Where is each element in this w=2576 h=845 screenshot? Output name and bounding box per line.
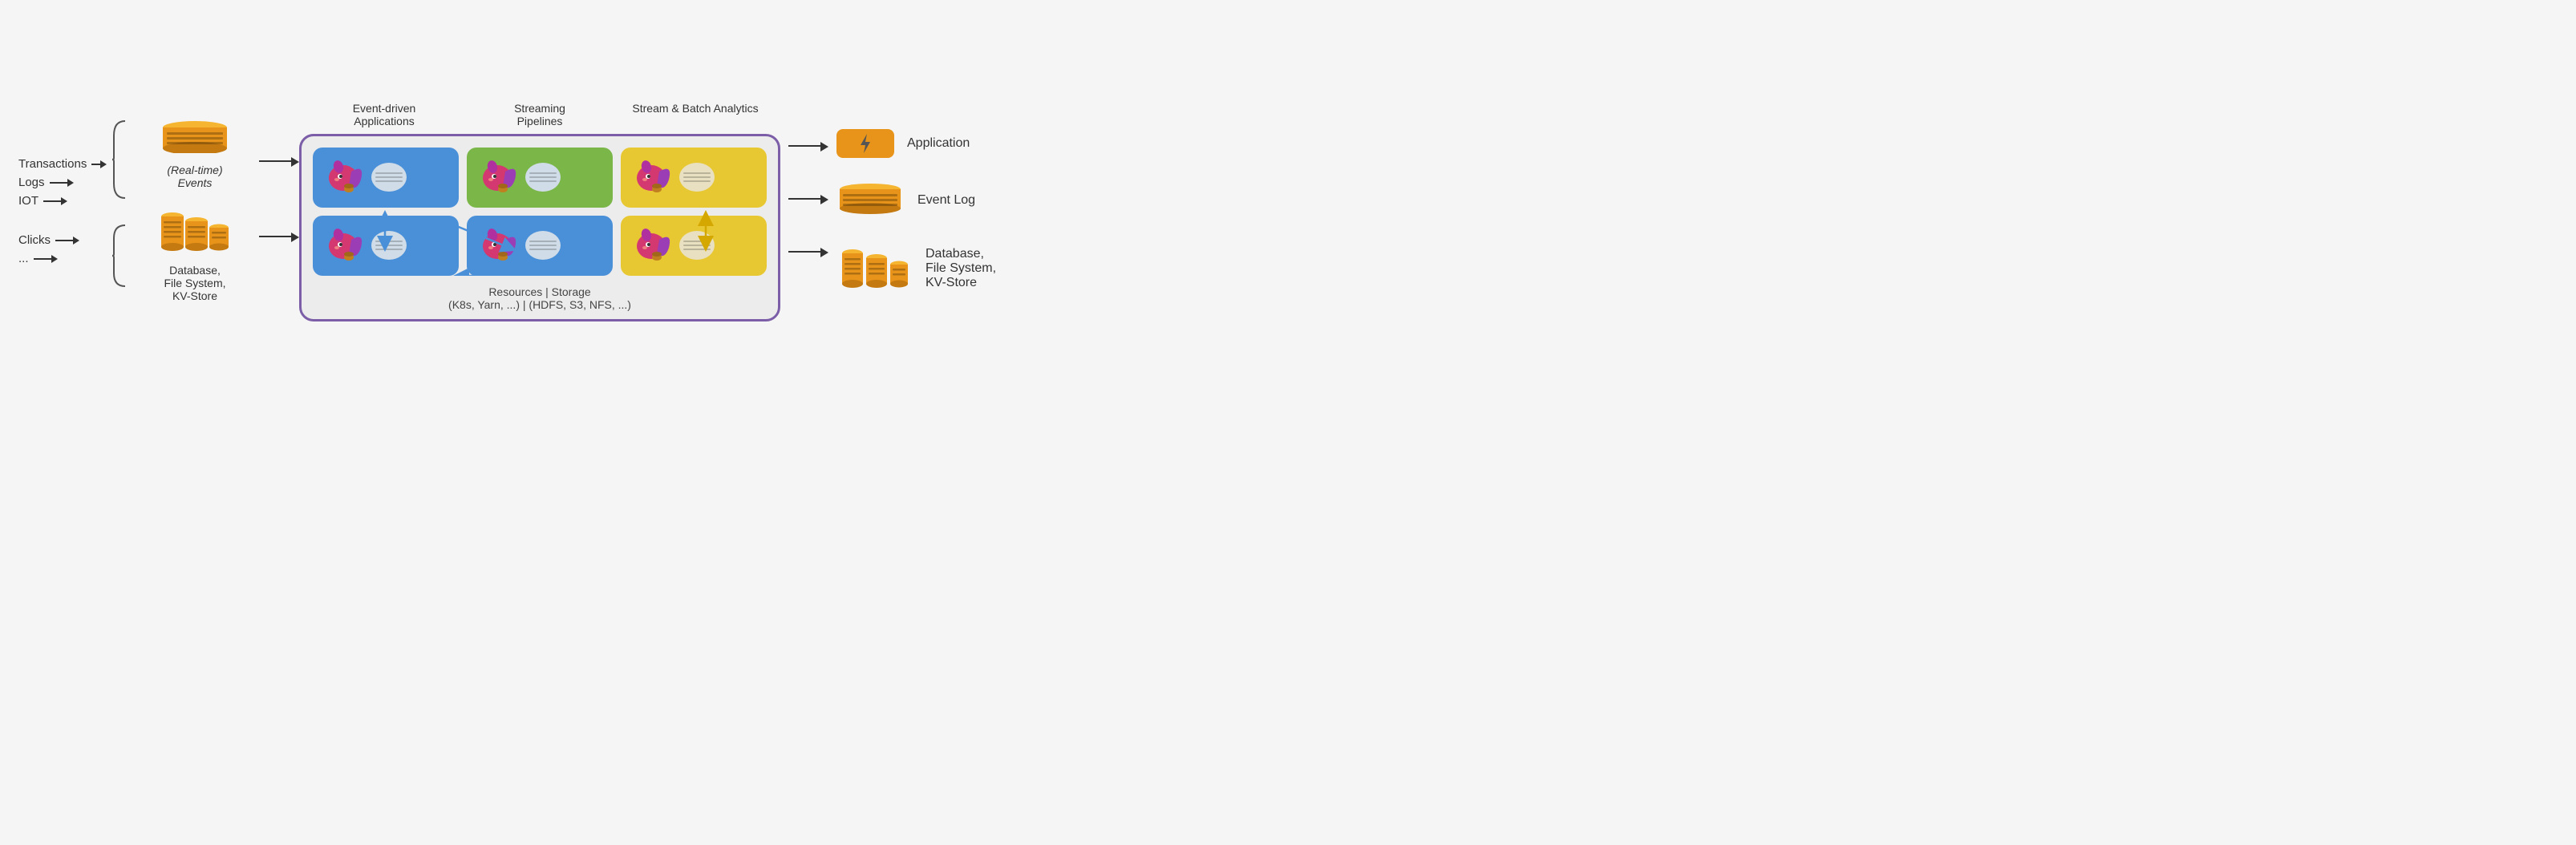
source-iot: IOT bbox=[18, 194, 107, 208]
flink-squirrel-svg-6 bbox=[629, 224, 673, 264]
database-icon bbox=[836, 244, 913, 294]
squirrel-icon-r2c2 bbox=[475, 224, 519, 268]
connectors-to-main bbox=[259, 156, 299, 243]
main-box-wrapper: Event-drivenApplications StreamingPipeli… bbox=[299, 102, 780, 321]
squirrel-icon-r2c3 bbox=[629, 224, 673, 268]
main-diagram: Transactions Logs IOT Clicks ... bbox=[18, 11, 1270, 412]
eventlog-label: Event Log bbox=[917, 193, 975, 208]
flink-squirrel-svg-2 bbox=[475, 156, 519, 196]
lightning-svg bbox=[854, 132, 877, 155]
output-database: Database, File System, KV-Store bbox=[836, 244, 996, 294]
application-label: Application bbox=[907, 136, 970, 151]
mini-drum-r1c2 bbox=[525, 163, 561, 192]
kafka-drum-icon bbox=[159, 121, 231, 157]
main-box-footer: Resources | Storage (K8s, Yarn, ...) | (… bbox=[313, 284, 767, 311]
source-logs: Logs bbox=[18, 176, 107, 189]
top-brace-svg bbox=[111, 119, 127, 200]
input-sources: Transactions Logs IOT Clicks ... bbox=[18, 157, 107, 265]
database-label: Database, File System, KV-Store bbox=[925, 247, 996, 290]
flink-squirrel-svg-3 bbox=[629, 156, 673, 196]
cell-r2-c1 bbox=[313, 216, 459, 276]
squirrel-icon-r1c2 bbox=[475, 156, 519, 200]
col-header-3: Stream & Batch Analytics bbox=[627, 102, 763, 127]
db-to-main-arrow bbox=[259, 232, 299, 243]
iot-arrow bbox=[43, 196, 67, 206]
squirrel-icon-r2c1 bbox=[321, 224, 365, 268]
mini-drum-r2c3 bbox=[679, 231, 715, 260]
output-application: Application bbox=[836, 129, 996, 158]
source-clicks: Clicks bbox=[18, 233, 107, 247]
db-stack-icon bbox=[155, 205, 235, 257]
mini-drum-r2c1 bbox=[371, 231, 407, 260]
main-box-grid bbox=[313, 148, 767, 276]
source-transactions: Transactions bbox=[18, 157, 107, 171]
squirrel-icon-r1c1 bbox=[321, 156, 365, 200]
squirrel-icon-r1c3 bbox=[629, 156, 673, 200]
col-header-2: StreamingPipelines bbox=[472, 102, 608, 127]
event-to-main-arrow bbox=[259, 156, 299, 168]
bottom-brace-svg bbox=[111, 224, 127, 288]
output-section: Application Event Log bbox=[836, 129, 996, 294]
etc-label: ... bbox=[18, 252, 29, 265]
output-arrow-1 bbox=[788, 141, 828, 152]
logs-arrow bbox=[50, 178, 74, 188]
flink-squirrel-svg-5 bbox=[475, 224, 519, 264]
flink-squirrel-svg-4 bbox=[321, 224, 365, 264]
events-column: (Real-time)Events bbox=[131, 121, 259, 302]
output-db-svg bbox=[836, 244, 913, 290]
db-label: Database,File System,KV-Store bbox=[164, 264, 225, 302]
transaction-arrow bbox=[91, 160, 107, 169]
cell-r1-c3 bbox=[621, 148, 767, 208]
flink-squirrel-svg bbox=[321, 156, 365, 196]
application-icon bbox=[836, 129, 894, 158]
clicks-label: Clicks bbox=[18, 233, 51, 247]
events-label: (Real-time)Events bbox=[167, 164, 222, 189]
grid-container bbox=[313, 148, 767, 276]
eventlog-drum-svg bbox=[836, 184, 905, 214]
events-bottom: Database,File System,KV-Store bbox=[155, 205, 235, 302]
main-box: Resources | Storage (K8s, Yarn, ...) | (… bbox=[299, 134, 780, 321]
cell-r2-c2 bbox=[467, 216, 613, 276]
output-arrow-2 bbox=[788, 194, 828, 205]
resources-detail: (K8s, Yarn, ...) | (HDFS, S3, NFS, ...) bbox=[448, 298, 631, 311]
mini-drum-r1c3 bbox=[679, 163, 715, 192]
resources-label: Resources | Storage bbox=[488, 285, 590, 298]
cell-r1-c2 bbox=[467, 148, 613, 208]
db-stack-svg bbox=[155, 205, 235, 253]
eventlog-icon bbox=[836, 184, 905, 218]
cell-r1-c1 bbox=[313, 148, 459, 208]
transactions-label: Transactions bbox=[18, 157, 87, 171]
mini-drum-r2c2 bbox=[525, 231, 561, 260]
logs-label: Logs bbox=[18, 176, 45, 189]
cell-r2-c3 bbox=[621, 216, 767, 276]
output-eventlog: Event Log bbox=[836, 184, 996, 218]
events-top: (Real-time)Events bbox=[159, 121, 231, 189]
main-to-output-arrows bbox=[788, 141, 828, 258]
mini-drum-r1c1 bbox=[371, 163, 407, 192]
clicks-arrow bbox=[55, 236, 79, 245]
column-headers: Event-drivenApplications StreamingPipeli… bbox=[299, 102, 780, 127]
iot-label: IOT bbox=[18, 194, 38, 208]
source-etc: ... bbox=[18, 252, 107, 265]
brace-section bbox=[107, 119, 131, 288]
drum-svg bbox=[159, 121, 231, 153]
etc-arrow bbox=[34, 254, 58, 264]
col-header-1: Event-drivenApplications bbox=[316, 102, 452, 127]
output-arrow-3 bbox=[788, 247, 828, 258]
